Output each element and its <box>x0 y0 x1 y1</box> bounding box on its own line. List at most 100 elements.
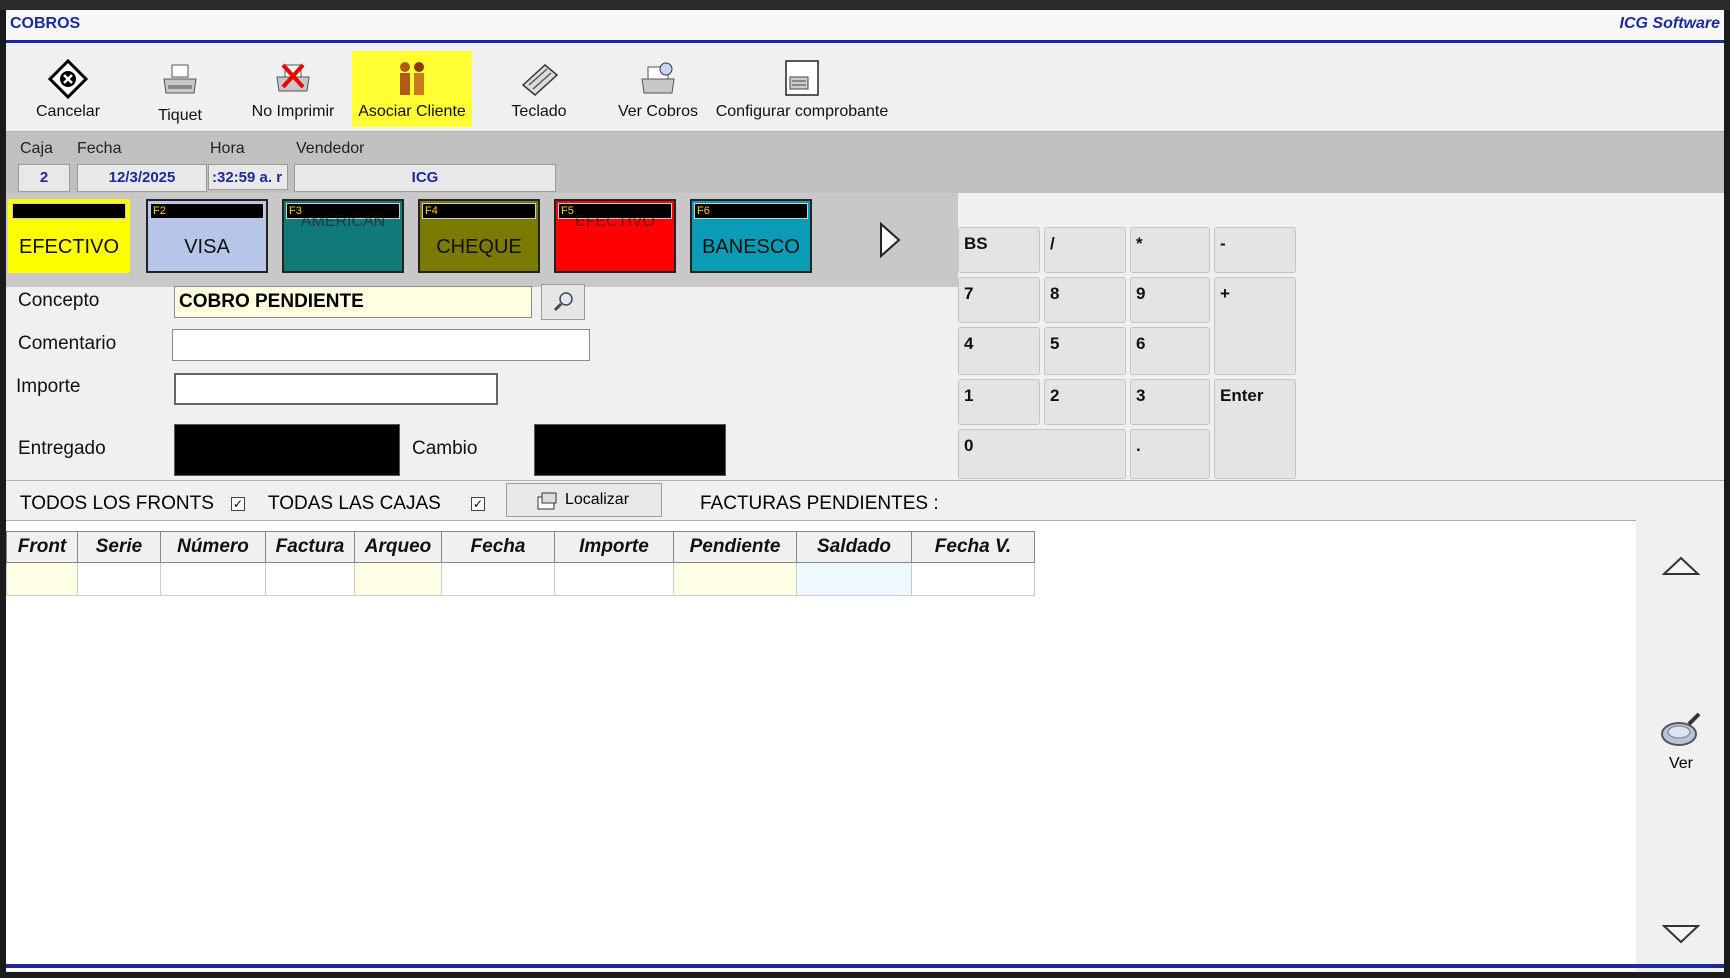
key-plus[interactable]: + <box>1214 277 1296 375</box>
importe-input[interactable] <box>174 373 498 405</box>
todas-cajas-checkbox[interactable]: ✓ <box>471 497 485 511</box>
key-bs[interactable]: BS <box>958 227 1040 273</box>
cancel-icon <box>48 59 88 99</box>
key-4[interactable]: 4 <box>958 327 1040 375</box>
key-9[interactable]: 9 <box>1130 277 1210 323</box>
window-title: COBROS <box>10 15 81 32</box>
printer-icon <box>163 64 197 94</box>
key-dot[interactable]: . <box>1130 429 1210 479</box>
cell-arqueo[interactable] <box>354 562 442 596</box>
col-saldado[interactable]: Saldado <box>796 531 912 563</box>
teclado-label: Teclado <box>511 103 567 120</box>
col-fecha-v[interactable]: Fecha V. <box>911 531 1035 563</box>
vendedor-label: Vendedor <box>296 140 365 157</box>
no-print-label: No Imprimir <box>251 103 335 120</box>
col-serie[interactable]: Serie <box>77 531 161 563</box>
magnifier-icon <box>1661 712 1701 746</box>
key-0[interactable]: 0 <box>958 429 1126 479</box>
key-3[interactable]: 3 <box>1130 379 1210 425</box>
side-panel: Ver <box>1636 520 1724 970</box>
cell-fecha-v[interactable] <box>911 562 1035 596</box>
payment-american[interactable]: F3 AMERICAN <box>282 199 404 273</box>
title-bar: COBROS ICG Software <box>6 10 1724 43</box>
key-5[interactable]: 5 <box>1044 327 1126 375</box>
col-numero[interactable]: Número <box>160 531 266 563</box>
payment-methods-panel: EFECTIVO F2 VISA F3 AMERICAN F4 CHEQUE F… <box>6 193 958 287</box>
cambio-display <box>534 424 726 476</box>
payment-name: EFECTIVO <box>574 213 655 230</box>
fecha-label: Fecha <box>77 140 122 157</box>
key-slash[interactable]: / <box>1044 227 1126 273</box>
payment-key: F4 <box>422 203 536 219</box>
cell-numero[interactable] <box>160 562 266 596</box>
asociar-cliente-button[interactable]: Asociar Cliente <box>352 51 472 127</box>
col-fecha[interactable]: Fecha <box>441 531 555 563</box>
col-front[interactable]: Front <box>6 531 78 563</box>
cancel-button[interactable]: Cancelar <box>18 51 118 127</box>
no-print-button[interactable]: No Imprimir <box>238 51 348 127</box>
payment-key: F6 <box>694 203 808 219</box>
tiquet-button[interactable]: Tiquet <box>130 55 230 131</box>
table-header-row: Front Serie Número Factura Arqueo Fecha … <box>6 531 1035 563</box>
todas-cajas-label: TODAS LAS CAJAS <box>268 493 441 514</box>
keyboard-icon <box>521 64 559 96</box>
key-6[interactable]: 6 <box>1130 327 1210 375</box>
payment-name: EFECTIVO <box>18 236 119 258</box>
scroll-down-icon[interactable] <box>1662 924 1700 944</box>
col-factura[interactable]: Factura <box>265 531 355 563</box>
cell-factura[interactable] <box>265 562 355 596</box>
localizar-label: Localizar <box>565 491 630 508</box>
col-pendiente[interactable]: Pendiente <box>673 531 797 563</box>
key-1[interactable]: 1 <box>958 379 1040 425</box>
key-minus[interactable]: - <box>1214 227 1296 273</box>
localizar-button[interactable]: Localizar <box>506 483 662 517</box>
cell-importe[interactable] <box>554 562 674 596</box>
payment-visa[interactable]: F2 VISA <box>146 199 268 273</box>
key-2[interactable]: 2 <box>1044 379 1126 425</box>
tiquet-label: Tiquet <box>158 107 202 124</box>
teclado-button[interactable]: Teclado <box>484 51 594 127</box>
key-enter[interactable]: Enter <box>1214 379 1296 479</box>
comentario-input[interactable] <box>172 329 590 361</box>
keypad: BS / * - 7 8 9 + 4 5 6 1 2 3 Enter 0 . <box>958 193 1724 487</box>
facturas-table: Front Serie Número Factura Arqueo Fecha … <box>6 531 1035 596</box>
col-arqueo[interactable]: Arqueo <box>354 531 442 563</box>
scroll-up-icon[interactable] <box>1662 556 1700 576</box>
table-row[interactable] <box>6 562 1035 596</box>
key-7[interactable]: 7 <box>958 277 1040 323</box>
importe-label: Importe <box>16 376 81 397</box>
cell-pendiente[interactable] <box>673 562 797 596</box>
next-arrow-icon[interactable] <box>878 221 902 259</box>
key-8[interactable]: 8 <box>1044 277 1126 323</box>
search-icon <box>553 292 573 312</box>
toolbar: Cancelar Tiquet No Imprimir Asociar Clie… <box>6 43 1724 132</box>
info-bar: Caja Fecha Hora Vendedor 2 12/3/2025 :32… <box>6 132 1724 200</box>
cell-serie[interactable] <box>77 562 161 596</box>
payment-cheque[interactable]: F4 CHEQUE <box>418 199 540 273</box>
payment-name: VISA <box>184 236 230 258</box>
concepto-input[interactable]: COBRO PENDIENTE <box>174 286 532 318</box>
cell-front[interactable] <box>6 562 78 596</box>
payment-name: AMERICAN <box>300 213 386 230</box>
cell-saldado[interactable] <box>796 562 912 596</box>
cobros-window: COBROS ICG Software Cancelar Tiquet No I… <box>6 10 1724 972</box>
configurar-comprobante-label: Configurar comprobante <box>715 103 889 120</box>
payment-efectivo[interactable]: EFECTIVO <box>8 199 130 273</box>
cell-fecha[interactable] <box>441 562 555 596</box>
ver-label: Ver <box>1668 755 1693 772</box>
payment-name: CHEQUE <box>436 236 522 258</box>
todos-fronts-checkbox[interactable]: ✓ <box>231 497 245 511</box>
key-star[interactable]: * <box>1130 227 1210 273</box>
locate-icon <box>537 492 557 510</box>
payment-efectivo-2[interactable]: F5 EFECTIVO <box>554 199 676 273</box>
payment-key <box>12 203 126 219</box>
vendedor-value: ICG <box>294 164 556 192</box>
brand-label: ICG Software <box>1619 15 1720 32</box>
col-importe[interactable]: Importe <box>554 531 674 563</box>
payment-banesco[interactable]: F6 BANESCO <box>690 199 812 273</box>
configurar-comprobante-button[interactable]: Configurar comprobante <box>710 51 894 127</box>
concepto-search-button[interactable] <box>541 284 585 320</box>
ver-button[interactable]: Ver <box>1656 710 1706 772</box>
entregado-display <box>174 424 400 476</box>
ver-cobros-button[interactable]: Ver Cobros <box>598 51 718 127</box>
